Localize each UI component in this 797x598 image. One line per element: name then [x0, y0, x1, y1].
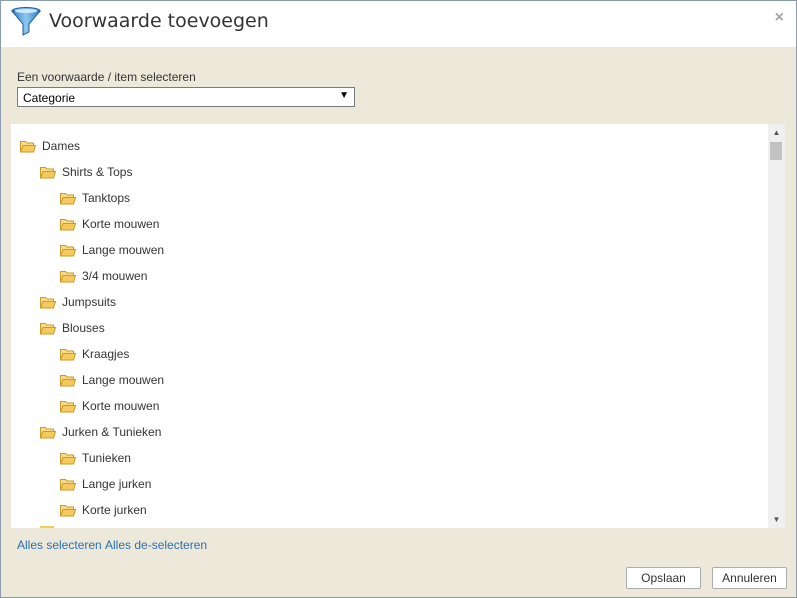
- select-value: Categorie: [23, 91, 76, 105]
- folder-open-icon: [60, 244, 76, 256]
- folder-open-icon: [40, 426, 56, 438]
- folder-open-icon: [60, 374, 76, 386]
- folder-open-icon: [60, 348, 76, 360]
- tree-item-label: Lange jurken: [82, 477, 152, 491]
- tree-item[interactable]: Jurken & Tunieken: [40, 423, 161, 441]
- folder-open-icon: [40, 322, 56, 334]
- tree-item-label: Korte jurken: [82, 503, 147, 517]
- folder-open-icon: [60, 478, 76, 490]
- dialog-title: Voorwaarde toevoegen: [49, 10, 269, 32]
- dialog-titlebar: Voorwaarde toevoegen ×: [1, 1, 796, 47]
- add-condition-dialog: Voorwaarde toevoegen × Een voorwaarde / …: [0, 0, 797, 598]
- folder-open-icon: [60, 400, 76, 412]
- tree-item[interactable]: Jumpsuits: [40, 293, 116, 311]
- tree-item[interactable]: Kraagjes: [60, 345, 129, 363]
- tree-item-label: Lange mouwen: [82, 243, 165, 257]
- tree-item[interactable]: Lange mouwen: [60, 241, 164, 259]
- tree-item-label: Dames: [42, 139, 81, 153]
- folder-open-icon: [60, 452, 76, 464]
- folder-open-icon: [60, 504, 76, 516]
- folder-open-icon: [20, 140, 36, 152]
- condition-select[interactable]: Categorie ▼: [17, 87, 355, 107]
- tree-item-label: Korte mouwen: [82, 217, 160, 231]
- tree-item[interactable]: Shirts & Tops: [40, 163, 132, 181]
- tree-item[interactable]: Lange mouwen: [60, 371, 164, 389]
- tree-item[interactable]: Tanktops: [60, 189, 130, 207]
- tree-item-label: Lange mouwen: [82, 373, 165, 387]
- tree-item-label: Tanktops: [82, 191, 131, 205]
- tree-item[interactable]: Tunieken: [60, 449, 131, 467]
- tree-item-label: Kraagjes: [82, 347, 130, 361]
- tree-item-label: Korte mouwen: [82, 399, 160, 413]
- folder-open-icon: [60, 270, 76, 282]
- select-label: Een voorwaarde / item selecteren: [17, 70, 196, 84]
- tree-item-label: Tunieken: [82, 451, 131, 465]
- scroll-down-icon[interactable]: ▼: [768, 511, 785, 528]
- tree-item-label: Blouses: [62, 321, 105, 335]
- folder-open-icon: [40, 166, 56, 178]
- tree-item-label: 3/4 mouwen: [82, 269, 148, 283]
- deselect-all-link[interactable]: Alles de-selecteren: [105, 538, 207, 552]
- folder-open-icon: [60, 218, 76, 230]
- tree-item[interactable]: Korte mouwen: [60, 215, 159, 233]
- tree-item[interactable]: Korte jurken: [60, 501, 147, 519]
- category-tree: ▲ ▼ Dames Shirts & Tops Tanktops Korte mouw…: [11, 124, 785, 528]
- tree-scrollbar[interactable]: ▲ ▼: [768, 124, 785, 528]
- folder-open-icon: [40, 296, 56, 308]
- tree-item[interactable]: 3/4 mouwen: [60, 267, 147, 285]
- tree-item[interactable]: Dames: [20, 137, 80, 155]
- close-button[interactable]: ×: [775, 9, 784, 27]
- tree-item-label: Jumpsuits: [62, 295, 117, 309]
- cancel-button[interactable]: Annuleren: [712, 567, 787, 589]
- save-button[interactable]: Opslaan: [626, 567, 701, 589]
- scroll-thumb[interactable]: [770, 142, 782, 160]
- tree-item[interactable]: Lange jurken: [60, 475, 151, 493]
- tree-item-label: Shirts & Tops: [62, 165, 133, 179]
- folder-open-icon: [60, 192, 76, 204]
- tree-item[interactable]: Korte mouwen: [60, 397, 159, 415]
- tree-item-label: Jurken & Tunieken: [62, 425, 162, 439]
- tree-item-partial-folder-icon: [40, 526, 54, 528]
- filter-funnel-icon: [10, 7, 42, 36]
- tree-item[interactable]: Blouses: [40, 319, 105, 337]
- select-all-link[interactable]: Alles selecteren: [17, 538, 102, 552]
- chevron-down-icon: ▼: [339, 90, 349, 101]
- scroll-up-icon[interactable]: ▲: [768, 124, 785, 141]
